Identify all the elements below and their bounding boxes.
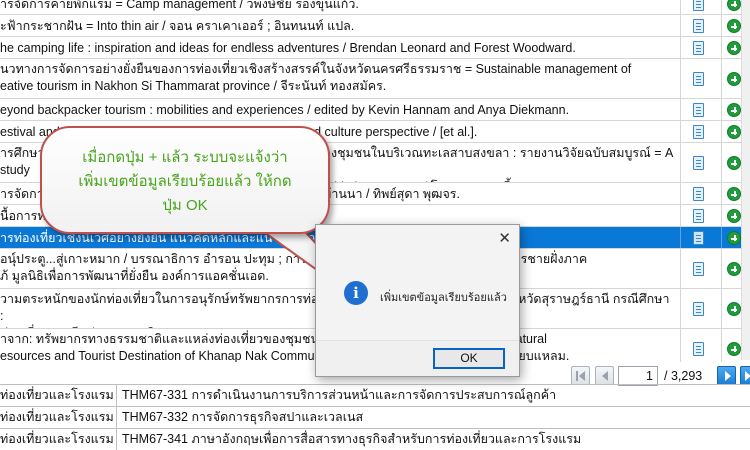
plus-circle-icon[interactable] xyxy=(727,125,741,139)
callout-text: เมื่อกดปุ่ม + แล้ว ระบบจะแจ้งว่า เพิ่มเข… xyxy=(52,146,318,218)
course-row: ท่องเที่ยวและโรงแรม THM67-332 การจัดการธุ… xyxy=(0,407,750,429)
plus-circle-icon[interactable] xyxy=(727,156,741,170)
callout-line-1: เมื่อกดปุ่ม + แล้ว ระบบจะแจ้งว่า xyxy=(82,149,288,166)
document-icon[interactable] xyxy=(693,156,704,170)
record-row[interactable]: ะฟ้ากระชากฝัน = Into thin air / จอน คราเ… xyxy=(0,15,750,37)
record-row[interactable]: นวทางการจัดการอย่างยั่งยืนของการท่องเที่… xyxy=(0,59,750,99)
course-program: ท่องเที่ยวและโรงแรม xyxy=(0,385,117,406)
record-row[interactable]: ารจัดการค่ายพักแรม = Camp management / ว… xyxy=(0,0,750,15)
dialog-footer: OK xyxy=(316,340,519,376)
record-title: ะฟ้ากระชากฝัน = Into thin air / จอน คราเ… xyxy=(0,19,355,33)
instruction-callout: เมื่อกดปุ่ม + แล้ว ระบบจะแจ้งว่า เพิ่มเข… xyxy=(40,126,330,234)
dialog-message: เพิ่มเขตข้อมูลเรียบร้อยแล้ว xyxy=(380,292,507,304)
document-icon[interactable] xyxy=(693,342,704,356)
plus-circle-icon[interactable] xyxy=(727,209,741,223)
plus-circle-icon[interactable] xyxy=(727,302,741,316)
course-program: ท่องเที่ยวและโรงแรม xyxy=(0,429,117,450)
plus-circle-icon[interactable] xyxy=(727,0,741,11)
plus-circle-icon[interactable] xyxy=(727,231,741,245)
plus-circle-icon[interactable] xyxy=(727,103,741,117)
course-row: ท่องเที่ยวและโรงแรม THM67-341 ภาษาอังกฤษเ… xyxy=(0,429,750,450)
record-row[interactable]: he camping life : inspiration and ideas … xyxy=(0,37,750,59)
plus-circle-icon[interactable] xyxy=(727,187,741,201)
callout-line-3: ปุ่ม OK xyxy=(162,197,208,214)
callout-line-2: เพิ่มเขตข้อมูลเรียบร้อยแล้ว ให้กด xyxy=(78,173,292,190)
course-program: ท่องเที่ยวและโรงแรม xyxy=(0,407,117,428)
record-title: ารจัดการค่ายพักแรม = Camp management / ว… xyxy=(0,0,359,11)
course-name: THM67-331 การดำเนินงานการบริการส่วนหน้าแ… xyxy=(122,388,557,402)
next-page-button[interactable] xyxy=(717,366,736,385)
course-row: ท่องเที่ยวและโรงแรม THM67-331 การดำเนินงา… xyxy=(0,385,750,407)
record-title: eyond backpacker tourism : mobilities an… xyxy=(0,103,570,117)
page-number-input[interactable]: 1 xyxy=(618,366,658,386)
close-icon[interactable]: ✕ xyxy=(498,231,511,246)
record-title: นวทางการจัดการอย่างยั่งยืนของการท่องเที่… xyxy=(0,62,632,93)
plus-circle-icon[interactable] xyxy=(727,41,741,55)
document-icon[interactable] xyxy=(693,125,704,139)
ok-button[interactable]: OK xyxy=(433,348,505,369)
course-name: THM67-341 ภาษาอังกฤษเพื่อการสื่อสารทางธุ… xyxy=(122,432,582,446)
course-name: THM67-332 การจัดการธุรกิจสปาและเวลเนส xyxy=(122,410,364,424)
plus-circle-icon[interactable] xyxy=(727,19,741,33)
document-icon[interactable] xyxy=(693,103,704,117)
document-icon[interactable] xyxy=(693,231,704,245)
document-icon[interactable] xyxy=(693,187,704,201)
first-page-button[interactable] xyxy=(571,366,590,385)
document-icon[interactable] xyxy=(693,209,704,223)
document-icon[interactable] xyxy=(693,41,704,55)
previous-page-button[interactable] xyxy=(595,366,614,385)
info-icon: i xyxy=(344,281,368,305)
document-icon[interactable] xyxy=(693,302,704,316)
total-pages-label: / 3,293 xyxy=(664,369,703,383)
plus-circle-icon[interactable] xyxy=(727,262,741,276)
document-icon[interactable] xyxy=(693,262,704,276)
document-icon[interactable] xyxy=(693,72,704,86)
plus-circle-icon[interactable] xyxy=(727,342,741,356)
message-dialog: ✕ i เพิ่มเขตข้อมูลเรียบร้อยแล้ว OK xyxy=(315,224,520,377)
record-row[interactable]: eyond backpacker tourism : mobilities an… xyxy=(0,99,750,121)
record-title: he camping life : inspiration and ideas … xyxy=(0,41,576,55)
vertical-scrollbar[interactable] xyxy=(741,0,750,360)
last-page-button[interactable] xyxy=(740,366,750,385)
document-icon[interactable] xyxy=(693,19,704,33)
plus-circle-icon[interactable] xyxy=(727,72,741,86)
course-table: ท่องเที่ยวและโรงแรม THM67-331 การดำเนินงา… xyxy=(0,384,750,450)
document-icon[interactable] xyxy=(693,0,704,11)
